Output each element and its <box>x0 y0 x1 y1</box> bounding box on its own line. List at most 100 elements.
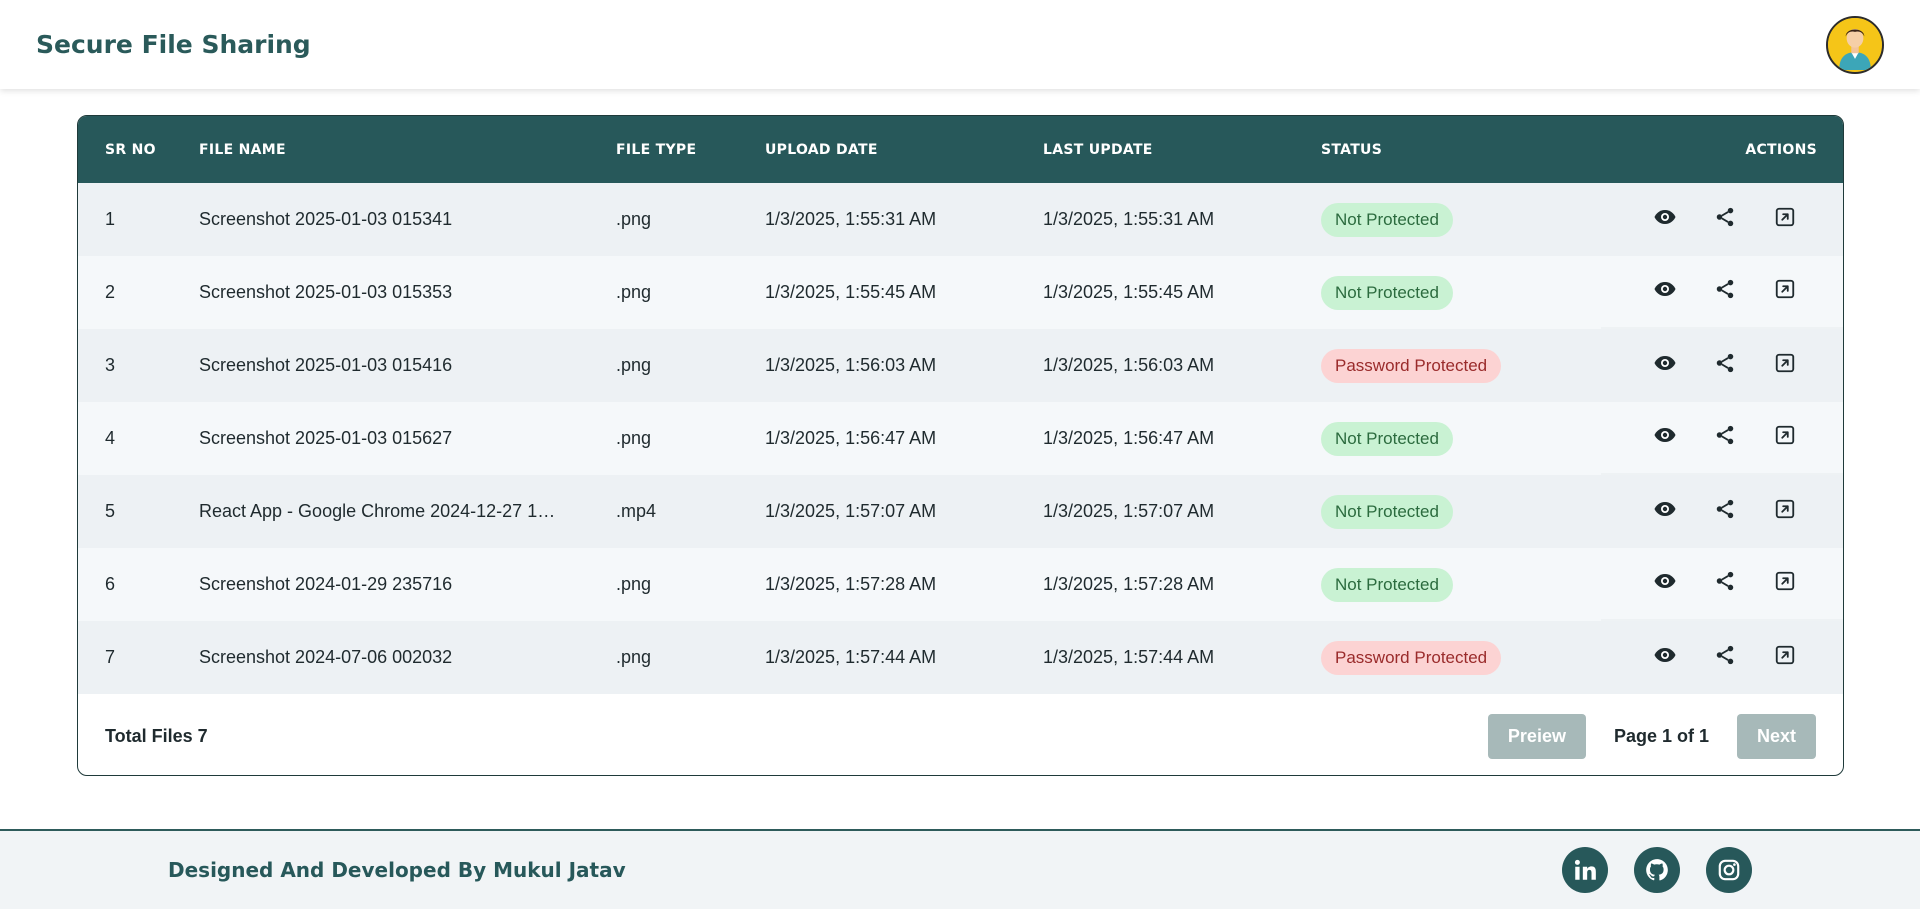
cell-actions <box>1601 402 1843 475</box>
row-actions <box>1601 183 1843 256</box>
view-button[interactable] <box>1635 492 1695 532</box>
header-file-name: FILE NAME <box>199 141 286 158</box>
share-button[interactable] <box>1695 200 1755 240</box>
share-button[interactable] <box>1695 564 1755 604</box>
cell-file-type: .mp4 <box>616 475 765 548</box>
pagination: Preiew Page 1 of 1 Next <box>1487 714 1816 759</box>
cell-status: Password Protected <box>1321 329 1601 402</box>
view-button[interactable] <box>1635 200 1695 240</box>
cell-sr-no: 5 <box>78 475 199 548</box>
header-last-update: LAST UPDATE <box>1043 141 1153 158</box>
cell-sr-no: 1 <box>78 183 199 256</box>
open-button[interactable] <box>1755 200 1815 240</box>
status-badge: Not Protected <box>1321 421 1453 456</box>
cell-status: Not Protected <box>1321 402 1601 475</box>
cell-upload-date: 1/3/2025, 1:55:31 AM <box>765 183 1043 256</box>
eye-icon <box>1653 205 1677 234</box>
share-icon <box>1714 278 1736 305</box>
table-row: 7 Screenshot 2024-07-06 002032 .png 1/3/202… <box>78 621 1843 694</box>
share-icon <box>1714 352 1736 379</box>
cell-file-name: Screenshot 2024-07-06 002032 <box>199 621 616 694</box>
cell-upload-date: 1/3/2025, 1:57:07 AM <box>765 475 1043 548</box>
view-button[interactable] <box>1635 346 1695 386</box>
page-info: Page 1 of 1 <box>1613 726 1709 746</box>
open-external-icon <box>1774 570 1796 597</box>
eye-icon <box>1653 277 1677 306</box>
view-button[interactable] <box>1635 272 1695 312</box>
open-button[interactable] <box>1755 346 1815 386</box>
github-icon[interactable] <box>1634 847 1680 893</box>
footer-credit: Designed And Developed By Mukul Jatav <box>168 858 626 882</box>
cell-status: Password Protected <box>1321 621 1601 694</box>
cell-actions <box>1601 329 1843 402</box>
open-button[interactable] <box>1755 564 1815 604</box>
share-icon <box>1714 570 1736 597</box>
share-icon <box>1714 644 1736 671</box>
next-button[interactable]: Next <box>1737 714 1816 759</box>
cell-actions <box>1601 621 1843 694</box>
row-actions <box>1601 402 1843 475</box>
status-badge: Not Protected <box>1321 567 1453 602</box>
table-row: 4 Screenshot 2025-01-03 015627 .png 1/3/202… <box>78 402 1843 475</box>
cell-file-name: Screenshot 2025-01-03 015353 <box>199 256 616 329</box>
cell-status: Not Protected <box>1321 256 1601 329</box>
status-badge: Not Protected <box>1321 494 1453 529</box>
files-table: SR NO FILE NAME FILE TYPE UPLOAD DATE LA… <box>78 116 1843 694</box>
cell-upload-date: 1/3/2025, 1:57:28 AM <box>765 548 1043 621</box>
instagram-icon[interactable] <box>1706 847 1752 893</box>
cell-file-type: .png <box>616 256 765 329</box>
previous-button[interactable]: Preiew <box>1487 714 1586 759</box>
share-button[interactable] <box>1695 492 1755 532</box>
header-status: STATUS <box>1321 141 1383 158</box>
cell-file-type: .png <box>616 183 765 256</box>
eye-icon <box>1653 569 1677 598</box>
share-icon <box>1714 498 1736 525</box>
cell-upload-date: 1/3/2025, 1:55:45 AM <box>765 256 1043 329</box>
cell-actions <box>1601 256 1843 329</box>
eye-icon <box>1653 423 1677 452</box>
open-external-icon <box>1774 644 1796 671</box>
cell-file-name: React App - Google Chrome 2024-12-27 1… <box>199 475 616 548</box>
total-files: Total Files 7 <box>105 726 208 746</box>
table-row: 2 Screenshot 2025-01-03 015353 .png 1/3/202… <box>78 256 1843 329</box>
avatar-icon <box>1828 17 1882 70</box>
table-row: 6 Screenshot 2024-01-29 235716 .png 1/3/202… <box>78 548 1843 621</box>
cell-sr-no: 2 <box>78 256 199 329</box>
open-external-icon <box>1774 278 1796 305</box>
header-file-type: FILE TYPE <box>616 141 697 158</box>
cell-file-name: Screenshot 2025-01-03 015627 <box>199 402 616 475</box>
share-icon <box>1714 424 1736 451</box>
view-button[interactable] <box>1635 418 1695 458</box>
row-actions <box>1601 475 1843 548</box>
cell-file-name: Screenshot 2025-01-03 015416 <box>199 329 616 402</box>
open-button[interactable] <box>1755 638 1815 678</box>
row-actions <box>1601 548 1843 621</box>
share-button[interactable] <box>1695 346 1755 386</box>
row-actions <box>1601 621 1843 694</box>
cell-status: Not Protected <box>1321 548 1601 621</box>
row-actions <box>1601 256 1843 329</box>
cell-file-type: .png <box>616 329 765 402</box>
header-upload-date: UPLOAD DATE <box>765 141 878 158</box>
share-button[interactable] <box>1695 418 1755 458</box>
cell-sr-no: 3 <box>78 329 199 402</box>
open-button[interactable] <box>1755 418 1815 458</box>
linkedin-icon[interactable] <box>1562 847 1608 893</box>
share-button[interactable] <box>1695 272 1755 312</box>
open-button[interactable] <box>1755 492 1815 532</box>
share-button[interactable] <box>1695 638 1755 678</box>
cell-last-update: 1/3/2025, 1:57:28 AM <box>1043 548 1321 621</box>
status-badge: Password Protected <box>1321 348 1502 383</box>
view-button[interactable] <box>1635 564 1695 604</box>
cell-sr-no: 4 <box>78 402 199 475</box>
cell-actions <box>1601 475 1843 548</box>
open-button[interactable] <box>1755 272 1815 312</box>
cell-status: Not Protected <box>1321 475 1601 548</box>
cell-file-type: .png <box>616 621 765 694</box>
status-badge: Not Protected <box>1321 275 1453 310</box>
view-button[interactable] <box>1635 638 1695 678</box>
user-avatar[interactable] <box>1826 15 1884 74</box>
cell-last-update: 1/3/2025, 1:55:31 AM <box>1043 183 1321 256</box>
open-external-icon <box>1774 206 1796 233</box>
cell-sr-no: 6 <box>78 548 199 621</box>
